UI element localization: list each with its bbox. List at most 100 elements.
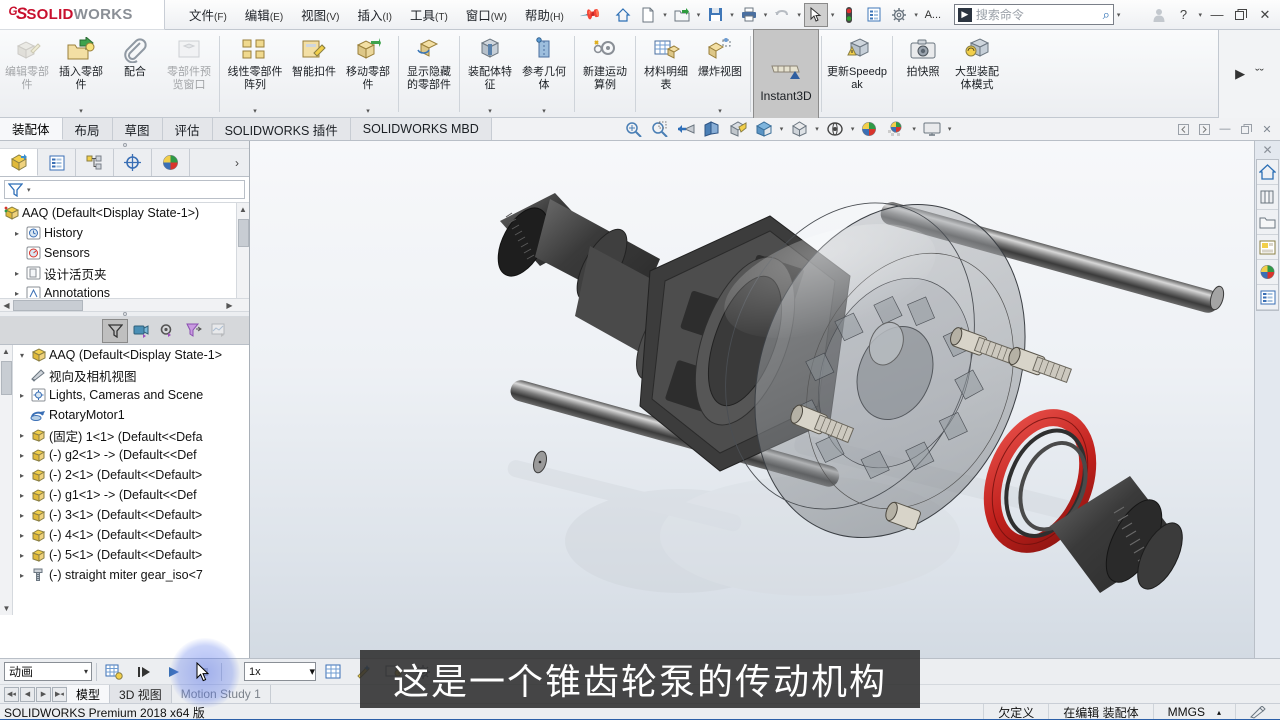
nav-prev-icon[interactable]: ◀ xyxy=(20,686,35,702)
search-input[interactable]: 搜索命令 xyxy=(976,6,1099,23)
edit-appearance-dropdown[interactable]: ▾ xyxy=(849,125,857,133)
expand-arrow-icon[interactable]: ▸ xyxy=(10,269,24,278)
undo-icon[interactable] xyxy=(770,3,794,27)
pin-icon[interactable]: 📌 xyxy=(579,3,602,27)
restore-button[interactable] xyxy=(1230,4,1252,26)
help-icon[interactable]: ? xyxy=(1172,4,1194,26)
hide-show-items-dropdown[interactable]: ▾ xyxy=(813,125,821,133)
scene-dropdown[interactable]: ▾ xyxy=(910,125,918,133)
nav-last-icon[interactable]: ▶◂ xyxy=(52,686,67,702)
calculate-motion-icon[interactable] xyxy=(101,661,127,683)
ribbon-mate[interactable]: 配合 xyxy=(108,30,162,118)
status-edit-icon[interactable] xyxy=(1235,703,1280,720)
ribbon-collapse-icon[interactable]: ˇˇ xyxy=(1255,66,1264,81)
bottom-tab-3d-views[interactable]: 3D 视图 xyxy=(110,685,172,703)
search-icon[interactable]: ⌕ xyxy=(1103,7,1110,23)
status-units-arrow[interactable]: ▴ xyxy=(1205,708,1221,717)
design-library-icon[interactable] xyxy=(1257,185,1278,210)
expand-arrow-icon[interactable]: ▸ xyxy=(15,491,29,500)
tab-solidworks-addins[interactable]: SOLIDWORKS 插件 xyxy=(212,118,351,140)
ribbon-play-icon[interactable]: ▶ xyxy=(1235,66,1245,82)
options-list-icon[interactable] xyxy=(862,3,886,27)
menu-help[interactable]: 帮助(H) xyxy=(517,1,572,28)
motion-tree-item-comp-g2[interactable]: ▸ (-) g2<1> -> (Default<<Def xyxy=(13,445,249,465)
filter-dropdown[interactable]: ▾ xyxy=(25,186,33,194)
zoom-to-area-icon[interactable] xyxy=(648,118,672,140)
property-manager-tab[interactable] xyxy=(38,149,76,176)
motion-tree-vscrollbar[interactable]: ▲ ▼ xyxy=(0,345,13,615)
expand-arrow-icon[interactable]: ▸ xyxy=(15,391,29,400)
filter-icon[interactable] xyxy=(102,318,128,343)
edit-appearance-icon[interactable] xyxy=(823,118,847,140)
file-explorer-icon[interactable] xyxy=(1257,210,1278,235)
ribbon-take-snapshot[interactable]: 拍快照 xyxy=(896,30,950,118)
rebuild-icon[interactable] xyxy=(837,3,861,27)
nav-first-icon[interactable]: ◀◂ xyxy=(4,686,19,702)
doc-restore-icon[interactable] xyxy=(1237,121,1255,137)
scroll-right-icon[interactable]: ▶ xyxy=(223,301,236,310)
view-palette-icon[interactable] xyxy=(1257,235,1278,260)
select-tool-icon[interactable] xyxy=(803,2,828,27)
open-document-dropdown[interactable]: ▾ xyxy=(695,11,703,19)
ribbon-new-motion-study[interactable]: 新建运动算例 xyxy=(578,30,632,118)
motion-tree-item-comp-3[interactable]: ▸ (-) 3<1> (Default<<Default> xyxy=(13,505,249,525)
new-document-icon[interactable] xyxy=(636,3,660,27)
expand-arrow-icon[interactable]: ▸ xyxy=(10,289,24,298)
custom-properties-icon[interactable] xyxy=(1257,285,1278,310)
motion-tree-item-miter-gear[interactable]: ▸ (-) straight miter gear_iso<7 xyxy=(13,565,249,585)
manager-tabs-more[interactable]: › xyxy=(225,149,249,176)
vscroll-thumb[interactable] xyxy=(1,361,12,395)
save-dropdown[interactable]: ▾ xyxy=(728,11,736,19)
motion-tree-item-comp-g1[interactable]: ▸ (-) g1<1> -> (Default<<Def xyxy=(13,485,249,505)
expand-arrow-icon[interactable]: ▸ xyxy=(15,551,29,560)
open-document-icon[interactable] xyxy=(670,3,694,27)
scroll-down-icon[interactable]: ▼ xyxy=(0,602,13,615)
upper-tree-hscrollbar[interactable]: ◀ ▶ xyxy=(0,298,249,311)
graphics-viewport[interactable]: y x z *等轴测 xyxy=(250,141,1280,697)
hscroll-thumb[interactable] xyxy=(13,299,83,311)
tree-item-history[interactable]: ▸ History xyxy=(0,223,249,243)
tree-item-design-binder[interactable]: ▸ 设计活页夹 xyxy=(0,263,249,283)
motion-tree-item-comp-5[interactable]: ▸ (-) 5<1> (Default<<Default> xyxy=(13,545,249,565)
animation-mode-select[interactable]: 动画 ▾ xyxy=(4,662,92,681)
nav-next-icon[interactable]: ▶ xyxy=(36,686,51,702)
undo-dropdown[interactable]: ▾ xyxy=(795,11,803,19)
sw-resources-icon[interactable] xyxy=(1257,160,1278,185)
ribbon-bill-of-materials[interactable]: 材料明细表 xyxy=(639,30,693,118)
playback-speed-select[interactable]: 1x ▾ xyxy=(244,662,316,681)
expand-arrow-icon[interactable]: ▸ xyxy=(10,229,24,238)
ribbon-edit-component[interactable]: 编辑零部件 xyxy=(0,30,54,118)
print-icon[interactable] xyxy=(737,3,761,27)
ribbon-insert-component[interactable]: 插入零部件 ▾ xyxy=(54,30,108,118)
display-manager-tab[interactable] xyxy=(152,149,190,176)
view-settings-dropdown[interactable]: ▾ xyxy=(946,125,954,133)
ribbon-reference-geometry[interactable]: 参考几何体 ▾ xyxy=(517,30,571,118)
gear-icon[interactable] xyxy=(887,3,911,27)
filter-selected-icon[interactable] xyxy=(181,320,205,342)
previous-view-icon[interactable] xyxy=(674,118,698,140)
expand-arrow-icon[interactable]: ▸ xyxy=(15,511,29,520)
upper-tree-vscrollbar[interactable]: ▲ ▼ xyxy=(236,203,249,311)
vscroll-thumb[interactable] xyxy=(238,219,249,247)
doc-prev-icon[interactable] xyxy=(1174,121,1192,137)
ribbon-large-assembly-mode[interactable]: 大型装配体模式 xyxy=(950,30,1004,118)
motion-tree-root[interactable]: ▾ AAQ (Default<Display State-1> xyxy=(13,345,249,365)
tab-evaluate[interactable]: 评估 xyxy=(162,118,213,140)
tab-solidworks-mbd[interactable]: SOLIDWORKS MBD xyxy=(350,118,492,140)
home-icon[interactable] xyxy=(611,3,635,27)
menu-window[interactable]: 窗口(W) xyxy=(458,1,515,28)
reference-geometry-dropdown[interactable]: ▾ xyxy=(542,107,546,118)
motion-tree-item-comp-4[interactable]: ▸ (-) 4<1> (Default<<Default> xyxy=(13,525,249,545)
filter-drive-icon[interactable] xyxy=(155,320,179,342)
appearances-scenes-icon[interactable] xyxy=(1257,260,1278,285)
bottom-tab-model[interactable]: 模型 xyxy=(67,685,111,703)
select-tool-dropdown[interactable]: ▾ xyxy=(829,11,837,19)
panel-drag-handle[interactable] xyxy=(0,141,249,149)
save-animation-icon[interactable] xyxy=(320,661,346,683)
expand-arrow-icon[interactable]: ▸ xyxy=(15,431,29,440)
feature-manager-tab[interactable] xyxy=(0,149,38,176)
tree-item-sensors[interactable]: Sensors xyxy=(0,243,249,263)
task-pane-close-icon[interactable]: ✕ xyxy=(1255,141,1280,159)
menu-view[interactable]: 视图(V) xyxy=(293,1,347,28)
tab-assembly[interactable]: 装配体 xyxy=(0,118,63,140)
